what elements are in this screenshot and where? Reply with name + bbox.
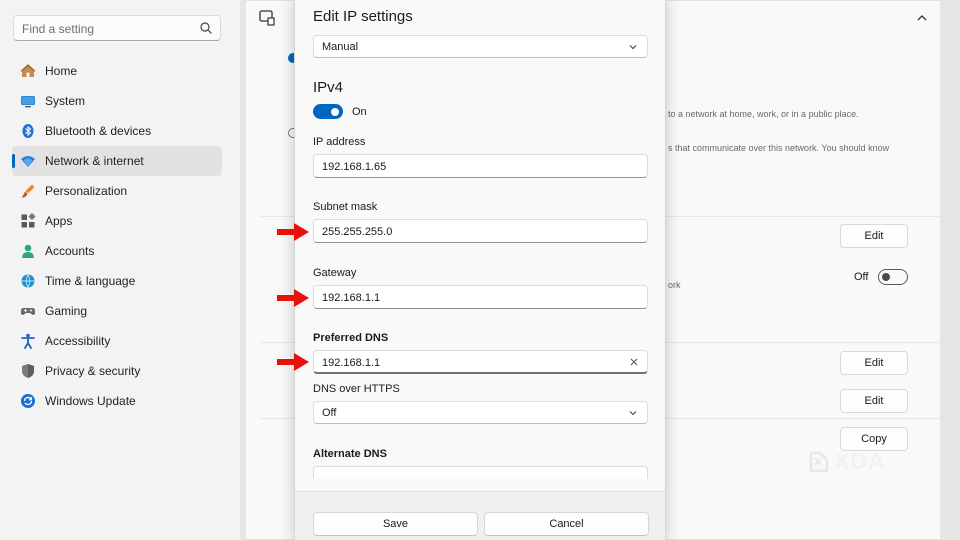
person-icon bbox=[19, 242, 37, 260]
bluetooth-icon bbox=[19, 122, 37, 140]
search-placeholder: Find a setting bbox=[22, 22, 95, 36]
subnet-mask-input[interactable]: 255.255.255.0 bbox=[313, 219, 648, 243]
ip-assignment-edit-button[interactable]: Edit bbox=[840, 224, 908, 248]
preferred-dns-label: Preferred DNS bbox=[313, 332, 389, 344]
gateway-label: Gateway bbox=[313, 267, 357, 279]
sidebar-item-label: Accessibility bbox=[45, 334, 111, 348]
sidebar-item-time-language[interactable]: Time & language bbox=[12, 266, 222, 296]
chevron-down-icon bbox=[629, 411, 637, 416]
sidebar-item-label: Personalization bbox=[45, 184, 128, 198]
subnet-mask-label: Subnet mask bbox=[313, 201, 378, 213]
xda-watermark: XDA bbox=[808, 448, 886, 475]
accessibility-icon bbox=[19, 332, 37, 350]
sidebar-item-home[interactable]: Home bbox=[12, 56, 222, 86]
sidebar-item-label: Bluetooth & devices bbox=[45, 124, 152, 138]
sidebar-item-gaming[interactable]: Gaming bbox=[12, 296, 222, 326]
alternate-dns-input[interactable] bbox=[313, 466, 648, 479]
sidebar-item-personalization[interactable]: Personalization bbox=[12, 176, 222, 206]
arrow-pointer-icon bbox=[277, 223, 309, 241]
dialog-title: Edit IP settings bbox=[313, 8, 413, 25]
dialog-footer: Save Cancel bbox=[295, 491, 665, 540]
ipv4-toggle-state: On bbox=[352, 106, 367, 118]
chevron-down-icon bbox=[629, 45, 637, 50]
gamepad-icon bbox=[19, 302, 37, 320]
arrow-pointer-icon bbox=[277, 353, 309, 371]
update-icon bbox=[19, 392, 37, 410]
wifi-icon bbox=[19, 152, 37, 170]
ip-address-input[interactable]: 192.168.1.65 bbox=[313, 154, 648, 178]
ipv4-heading: IPv4 bbox=[313, 79, 344, 96]
sidebar-item-windows-update[interactable]: Windows Update bbox=[12, 386, 222, 416]
edit-ip-settings-dialog: Edit IP settings Manual IPv4 On IP addre… bbox=[294, 0, 666, 540]
sidebar-item-system[interactable]: System bbox=[12, 86, 222, 116]
sidebar-item-privacy[interactable]: Privacy & security bbox=[12, 356, 222, 386]
monitor-icon bbox=[19, 92, 37, 110]
brush-icon bbox=[19, 182, 37, 200]
xda-logo-text: XDA bbox=[834, 448, 886, 474]
sidebar-item-label: System bbox=[45, 94, 86, 108]
arrow-pointer-icon bbox=[277, 289, 309, 307]
sidebar-item-label: Apps bbox=[45, 214, 73, 228]
ip-mode-dropdown[interactable]: Manual bbox=[313, 35, 648, 58]
dns-assignment-edit-button[interactable]: Edit bbox=[840, 351, 908, 375]
preferred-dns-input[interactable]: 192.168.1.1 bbox=[313, 350, 648, 374]
gateway-input[interactable]: 192.168.1.1 bbox=[313, 285, 648, 309]
shield-icon bbox=[19, 362, 37, 380]
sidebar-nav: Home System Bluetooth & devices Network … bbox=[12, 56, 222, 416]
ipv4-toggle[interactable] bbox=[313, 104, 343, 119]
sidebar-item-label: Network & internet bbox=[45, 154, 144, 168]
settings-sidebar: Find a setting Home System Bluetooth & d… bbox=[0, 0, 240, 540]
sidebar-item-accessibility[interactable]: Accessibility bbox=[12, 326, 222, 356]
dns-over-https-value: Off bbox=[322, 407, 337, 419]
sidebar-item-label: Gaming bbox=[45, 304, 88, 318]
ip-mode-value: Manual bbox=[322, 41, 359, 53]
sidebar-item-label: Time & language bbox=[45, 274, 136, 288]
cancel-button[interactable]: Cancel bbox=[484, 512, 649, 536]
sidebar-item-accounts[interactable]: Accounts bbox=[12, 236, 222, 266]
sidebar-item-bluetooth[interactable]: Bluetooth & devices bbox=[12, 116, 222, 146]
sidebar-item-network[interactable]: Network & internet bbox=[12, 146, 222, 176]
search-input[interactable]: Find a setting bbox=[13, 15, 221, 41]
ip-address-label: IP address bbox=[313, 136, 366, 148]
sidebar-item-apps[interactable]: Apps bbox=[12, 206, 222, 236]
sidebar-item-label: Privacy & security bbox=[45, 364, 141, 378]
sidebar-item-label: Accounts bbox=[45, 244, 95, 258]
sidebar-item-label: Home bbox=[45, 64, 78, 78]
clear-icon[interactable] bbox=[629, 357, 639, 367]
xda-logo-icon bbox=[809, 451, 829, 472]
sidebar-item-label: Windows Update bbox=[45, 394, 136, 408]
network-adapter-icon bbox=[259, 10, 275, 26]
dns-over-https-dropdown[interactable]: Off bbox=[313, 401, 648, 424]
alternate-dns-label: Alternate DNS bbox=[313, 448, 387, 460]
globe-clock-icon bbox=[19, 272, 37, 290]
dns-over-https-label: DNS over HTTPS bbox=[313, 383, 400, 395]
edit-button[interactable]: Edit bbox=[840, 389, 908, 413]
apps-icon bbox=[19, 212, 37, 230]
home-icon bbox=[19, 62, 37, 80]
search-icon bbox=[200, 22, 212, 34]
save-button[interactable]: Save bbox=[313, 512, 478, 536]
